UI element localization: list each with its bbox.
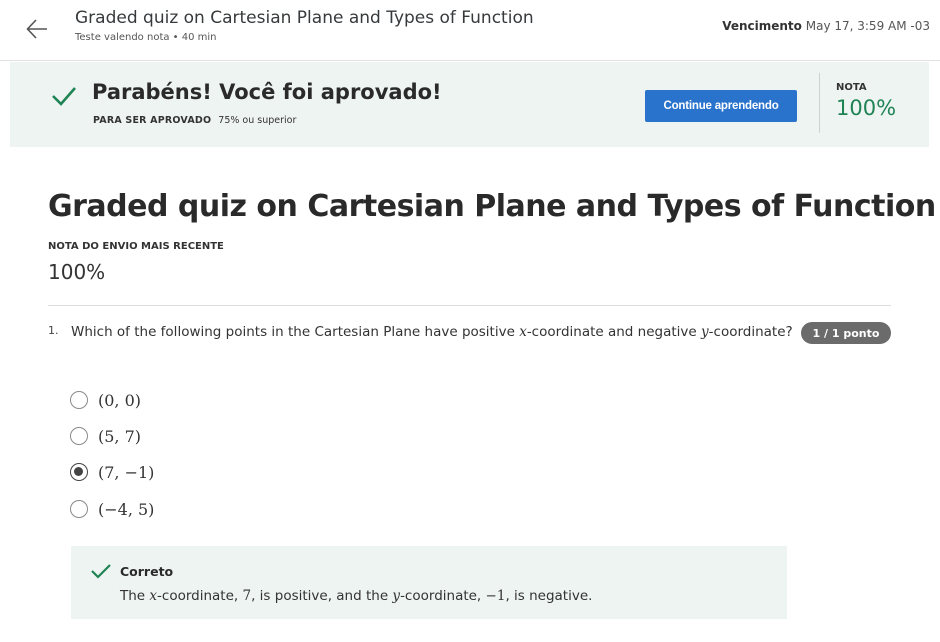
answer-option[interactable]: (0, 0) (70, 388, 141, 412)
radio-button-selected[interactable] (70, 463, 88, 481)
question-number: 1. (48, 324, 59, 337)
math-variable: y (701, 324, 709, 340)
divider (819, 73, 820, 133)
points-badge: 1 / 1 ponto (801, 322, 891, 344)
back-button[interactable] (20, 12, 54, 46)
math-variable: y (392, 588, 401, 604)
pass-message: Parabéns! Você foi aprovado! (92, 80, 442, 104)
pass-banner: Parabéns! Você foi aprovado! PARA SER AP… (10, 62, 929, 147)
recent-submission-value: 100% (48, 260, 106, 284)
feedback-text-part: The (120, 588, 150, 604)
checkmark-icon (91, 564, 111, 579)
due-label: Vencimento (722, 19, 802, 33)
option-label: (−4, 5) (98, 499, 155, 519)
question-text: Which of the following points in the Car… (71, 324, 793, 340)
header-title: Graded quiz on Cartesian Plane and Types… (75, 8, 534, 28)
answer-option-selected[interactable]: (7, −1) (70, 460, 154, 484)
math-variable: x (519, 324, 527, 340)
math-number: 7 (242, 588, 252, 604)
math-number: −1 (485, 588, 506, 604)
checkmark-icon (52, 87, 76, 106)
pass-requirement: PARA SER APROVADO 75% ou superior (93, 115, 296, 126)
option-label: (7, −1) (98, 462, 155, 482)
feedback-text-part: , is positive, and the (251, 588, 393, 604)
top-bar: Graded quiz on Cartesian Plane and Types… (0, 0, 940, 61)
answer-option[interactable]: (5, 7) (70, 424, 141, 448)
continue-learning-button[interactable]: Continue aprendendo (645, 90, 797, 122)
feedback-text-part: -coordinate, (400, 588, 486, 604)
option-label: (0, 0) (98, 390, 142, 410)
pass-requirement-label: PARA SER APROVADO (93, 115, 212, 126)
feedback-text-part: -coordinate, (157, 588, 243, 604)
math-variable: x (149, 588, 158, 604)
option-label: (5, 7) (98, 426, 142, 446)
feedback-text: The x-coordinate, 7, is positive, and th… (120, 588, 592, 604)
question-text-part: Which of the following points in the Car… (71, 324, 520, 340)
feedback-text-part: , is negative. (505, 588, 593, 604)
radio-button[interactable] (70, 500, 88, 518)
radio-button[interactable] (70, 391, 88, 409)
due-date: Vencimento May 17, 3:59 AM -03 (722, 19, 930, 33)
feedback-title: Correto (120, 564, 174, 579)
divider (48, 305, 891, 306)
pass-requirement-value: 75% ou superior (218, 115, 297, 126)
header-subtitle: Teste valendo nota • 40 min (75, 32, 217, 43)
grade-value: 100% (836, 96, 897, 120)
answer-option[interactable]: (−4, 5) (70, 497, 154, 521)
feedback-box: Correto The x-coordinate, 7, is positive… (71, 546, 787, 619)
page-title: Graded quiz on Cartesian Plane and Types… (48, 189, 936, 224)
radio-button[interactable] (70, 427, 88, 445)
due-value: May 17, 3:59 AM -03 (805, 19, 930, 33)
recent-submission-label: NOTA DO ENVIO MAIS RECENTE (48, 241, 224, 252)
question-text-part: -coordinate and negative (526, 324, 702, 340)
question-text-part: -coordinate? (708, 324, 793, 340)
arrow-left-icon (26, 19, 47, 39)
grade-label: NOTA (836, 82, 867, 93)
